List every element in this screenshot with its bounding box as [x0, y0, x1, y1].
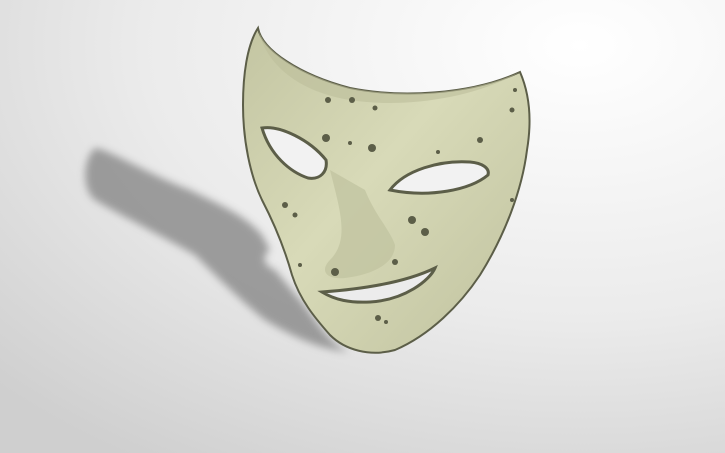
- 3d-viewport[interactable]: [0, 0, 725, 453]
